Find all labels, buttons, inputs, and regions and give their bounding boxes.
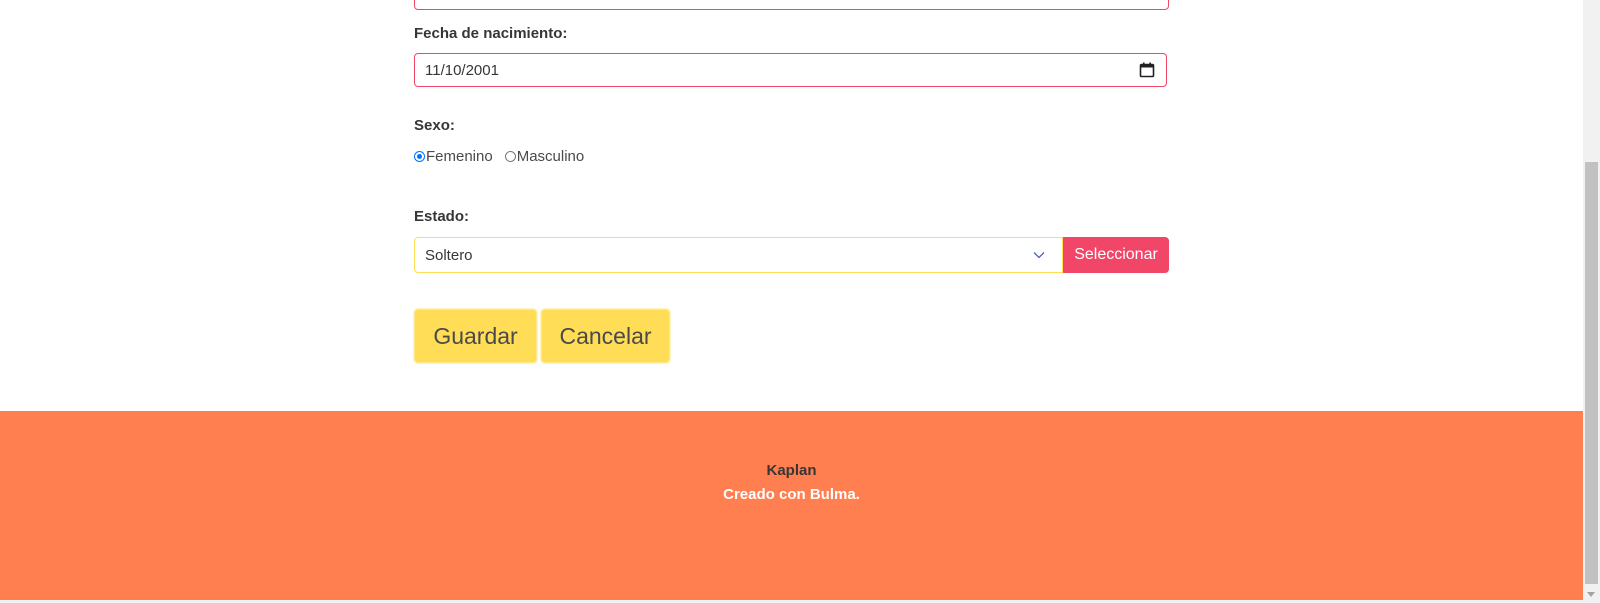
status-select-group: Soltero Seleccionar: [414, 237, 1169, 273]
save-button[interactable]: Guardar: [414, 309, 537, 363]
page-content: Fecha de nacimiento: 11/10/2001 Sexo: Fe…: [0, 0, 1583, 603]
scroll-down-arrow-icon[interactable]: [1587, 592, 1595, 597]
calendar-icon[interactable]: [1138, 61, 1156, 79]
page: Fecha de nacimiento: 11/10/2001 Sexo: Fe…: [0, 0, 1600, 603]
cancel-button[interactable]: Cancelar: [541, 309, 670, 363]
footer-subtitle: Creado con Bulma.: [723, 486, 860, 503]
radio-masculino[interactable]: [504, 151, 516, 162]
status-label: Estado:: [414, 208, 470, 225]
previous-input-field[interactable]: [414, 0, 1169, 10]
radio-femenino-label: Femenino: [426, 148, 493, 165]
sex-option-femenino[interactable]: Femenino: [414, 148, 493, 165]
status-select[interactable]: Soltero: [414, 237, 1063, 273]
vertical-scrollbar[interactable]: [1583, 0, 1600, 603]
sex-label: Sexo:: [414, 117, 455, 134]
radio-masculino-label: Masculino: [516, 148, 585, 165]
birth-date-label: Fecha de nacimiento:: [414, 25, 568, 42]
chevron-down-icon: [1033, 252, 1045, 259]
scrollbar-thumb[interactable]: [1585, 162, 1598, 584]
birth-date-value: 11/10/2001: [425, 61, 499, 79]
form-actions: Guardar Cancelar: [414, 309, 670, 363]
select-button[interactable]: Seleccionar: [1063, 237, 1169, 273]
radio-femenino[interactable]: [414, 151, 425, 162]
footer-title: Kaplan: [766, 462, 817, 479]
sex-radio-group: Femenino Masculino: [414, 148, 596, 165]
footer: Kaplan Creado con Bulma.: [0, 411, 1583, 603]
status-select-value: Soltero: [425, 246, 473, 264]
sex-option-masculino[interactable]: Masculino: [504, 148, 585, 165]
birth-date-input[interactable]: 11/10/2001: [414, 53, 1167, 87]
